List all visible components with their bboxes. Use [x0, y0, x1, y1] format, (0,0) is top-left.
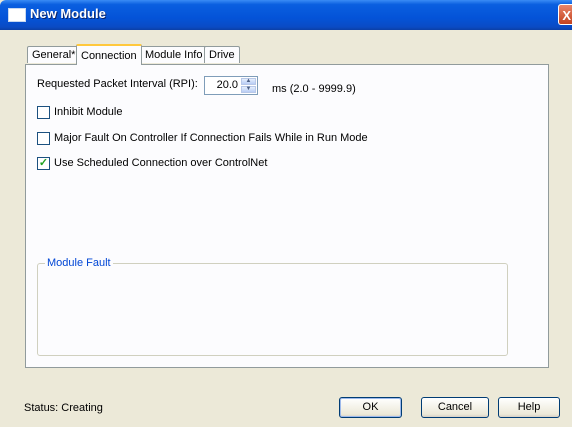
rpi-range-label: ms (2.0 - 9999.9): [272, 83, 356, 95]
scheduled-connection-label[interactable]: Use Scheduled Connection over ControlNet: [54, 157, 267, 169]
scheduled-connection-checkbox[interactable]: ✓: [37, 157, 50, 170]
tab-connection[interactable]: Connection: [76, 44, 142, 65]
tab-module-info[interactable]: Module Info: [140, 46, 208, 63]
tab-general[interactable]: General*: [27, 46, 81, 63]
spin-up-arrow-icon[interactable]: ▲: [241, 78, 256, 85]
rpi-label: Requested Packet Interval (RPI):: [37, 78, 198, 90]
inhibit-module-checkbox[interactable]: [37, 106, 50, 119]
major-fault-checkbox[interactable]: [37, 132, 50, 145]
window-title: New Module: [30, 6, 106, 21]
rpi-value[interactable]: 20.0: [217, 79, 238, 91]
module-fault-group: Module Fault: [37, 257, 508, 356]
close-button[interactable]: X: [558, 4, 572, 25]
cancel-button[interactable]: Cancel: [421, 397, 489, 418]
title-bar[interactable]: New Module X: [0, 0, 572, 30]
window-icon: [8, 8, 26, 22]
spin-down-arrow-icon[interactable]: ▼: [241, 86, 256, 93]
check-mark-icon: ✓: [38, 157, 49, 169]
rpi-spinner[interactable]: 20.0 ▲ ▼: [204, 76, 258, 95]
help-button[interactable]: Help: [498, 397, 560, 418]
tab-drive[interactable]: Drive: [204, 46, 240, 63]
inhibit-module-label[interactable]: Inhibit Module: [54, 106, 123, 118]
status-text: Status: Creating: [24, 402, 103, 414]
module-fault-label: Module Fault: [45, 257, 113, 269]
ok-button[interactable]: OK: [339, 397, 402, 418]
major-fault-label[interactable]: Major Fault On Controller If Connection …: [54, 132, 368, 144]
